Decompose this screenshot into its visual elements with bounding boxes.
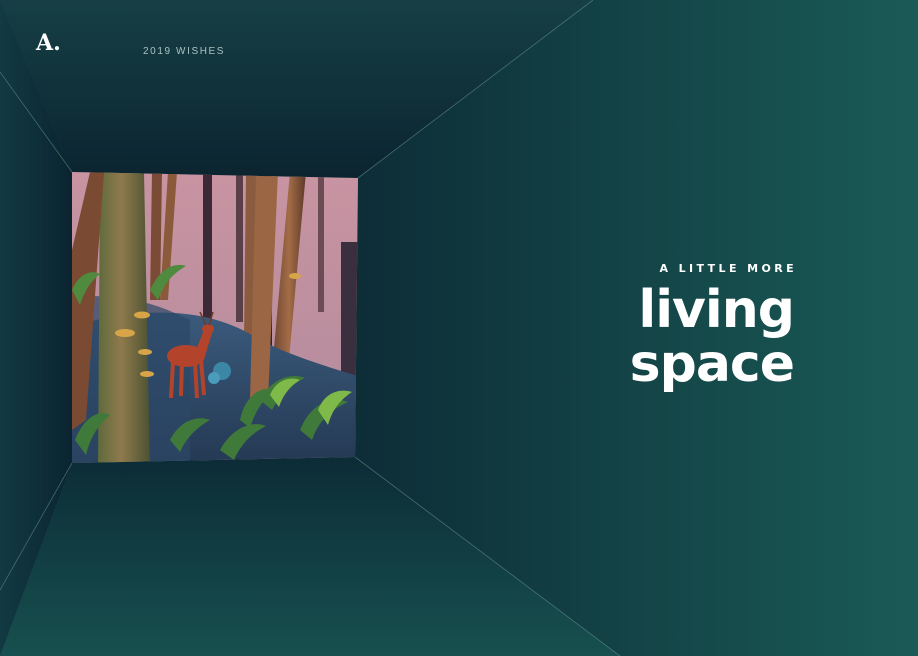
headline-title-line-1: living xyxy=(638,280,795,340)
headline-kicker: A LITTLE MORE xyxy=(659,262,797,275)
headline-block: A LITTLE MORE living space xyxy=(629,262,797,394)
nav-link-2019-wishes[interactable]: 2019 WISHES xyxy=(143,46,225,57)
page: A. 2019 WISHES A LITTLE MORE living spac… xyxy=(0,0,918,656)
forest-scene xyxy=(72,172,358,463)
logo[interactable]: A. xyxy=(36,30,61,56)
headline-title-line-2: space xyxy=(629,334,795,394)
